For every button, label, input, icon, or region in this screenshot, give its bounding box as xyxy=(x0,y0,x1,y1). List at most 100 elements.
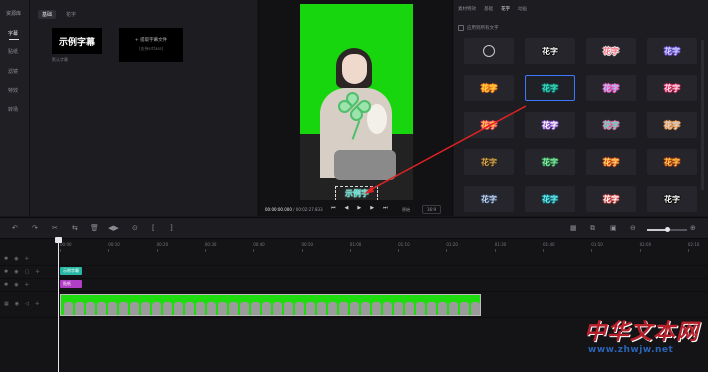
freeze-icon[interactable]: ⊙ xyxy=(132,224,138,232)
zoom-in-icon[interactable]: ⊕ xyxy=(690,224,696,232)
fancy-text-style-tile[interactable]: 花字 xyxy=(586,112,636,138)
playhead[interactable] xyxy=(58,239,59,372)
zoom-knob[interactable] xyxy=(665,227,670,232)
checkbox-box[interactable] xyxy=(458,25,464,31)
fancy-text-style-tile[interactable]: 花字 xyxy=(647,112,697,138)
lock-icon[interactable]: ✱ xyxy=(4,269,8,275)
visibility-icon[interactable]: ◉ xyxy=(15,301,19,307)
monitor-icon[interactable]: ▣ xyxy=(610,224,617,232)
ruler-tick-label: 01:30 xyxy=(494,242,507,247)
fancy-text-style-tile[interactable]: 花字 xyxy=(586,75,636,101)
tab-basic[interactable]: 基础 xyxy=(38,10,57,19)
tab-fancy-text[interactable]: 花字 xyxy=(62,10,80,19)
lock-icon[interactable]: ✱ xyxy=(4,282,8,288)
fancy-text-style-tile[interactable]: 花字 xyxy=(647,75,697,101)
fancy-text-sample: 花字 xyxy=(664,83,680,93)
prev-frame-button[interactable]: ⏮ xyxy=(331,205,336,211)
rail-item-filter[interactable]: 滤镜 xyxy=(8,68,18,75)
visibility-icon[interactable]: ◉ xyxy=(14,256,18,262)
preview-subtitle[interactable]: 示例字 xyxy=(337,187,377,200)
fancy-text-style-tile[interactable]: 花字 xyxy=(464,75,514,101)
rail-item-subtitle[interactable]: 字幕 xyxy=(8,30,18,37)
preview-video[interactable]: 示例字 xyxy=(300,4,413,200)
move-icon[interactable]: ✛ xyxy=(35,269,39,275)
fancy-text-style-tile[interactable]: 花字 xyxy=(525,149,575,175)
aspect-ratio-select[interactable]: 16:9 xyxy=(422,205,441,214)
delete-icon[interactable]: 🗑 xyxy=(90,224,99,232)
fancy-text-sample: 花字 xyxy=(481,157,497,167)
clip-thumbnail xyxy=(449,302,458,315)
properties-scrollbar[interactable] xyxy=(701,40,704,190)
apply-all-label: 应用到所有文字 xyxy=(467,26,499,31)
play-button[interactable]: ▶ xyxy=(357,205,361,211)
fancy-text-style-tile[interactable]: 花字 xyxy=(525,38,575,64)
fancy-text-style-tile[interactable]: 花字 xyxy=(586,38,636,64)
timecode: 00:00:00.000 / 00:02:27.833 xyxy=(265,207,323,212)
library-title: 资源库 xyxy=(6,11,22,17)
sticker-clip[interactable]: 贴纸 xyxy=(60,280,82,288)
redo-icon[interactable]: ↷ xyxy=(32,224,38,232)
fancy-text-sample: 花字 xyxy=(481,194,497,204)
fancy-text-style-tile[interactable]: 花字 xyxy=(464,112,514,138)
export-frame-icon[interactable]: ▦ xyxy=(570,224,577,232)
swap-icon[interactable]: ⇆ xyxy=(72,224,78,232)
fancy-text-sample: 花字 xyxy=(481,120,497,130)
apply-all-checkbox[interactable]: 应用到所有文字 xyxy=(458,25,499,31)
video-clip[interactable] xyxy=(60,294,481,316)
fancy-text-style-tile[interactable]: 花字 xyxy=(525,75,575,101)
fancy-text-style-tile[interactable]: 花字 xyxy=(647,149,697,175)
split-icon[interactable]: ✂ xyxy=(52,224,58,232)
fancy-text-style-tile[interactable]: 花字 xyxy=(586,186,636,212)
fancy-text-sample: 花字 xyxy=(603,83,619,93)
rail-item-transition[interactable]: 转场 xyxy=(8,106,18,113)
track-controls: ▦ ◉ ◁ ✛ xyxy=(4,301,39,307)
ruler-tick-mark xyxy=(204,249,206,252)
fancy-text-style-tile[interactable]: 花字 xyxy=(586,149,636,175)
fancy-text-style-tile[interactable]: 花字 xyxy=(525,186,575,212)
next-frame-button[interactable]: ⏭ xyxy=(383,205,388,211)
video-editor: 资源库 字幕 贴纸 滤镜 特效 转场 基础 花字 示例字幕 默认字幕 + 提取字… xyxy=(0,0,708,372)
move-icon[interactable]: ✛ xyxy=(25,282,29,288)
fancy-text-style-tile[interactable]: 花字 xyxy=(647,38,697,64)
step-back-button[interactable]: ◀ xyxy=(345,205,349,211)
time-ruler[interactable]: 00:00 00:10 00:20 00:30 00:40 00:50 01:00 01:10… xyxy=(58,239,708,252)
tab-prop-animation[interactable]: 动画 xyxy=(518,6,527,12)
clip-thumbnail xyxy=(229,302,238,315)
layer-icon[interactable]: ▢ xyxy=(25,269,30,275)
fancy-text-style-tile[interactable]: 花字 xyxy=(464,186,514,212)
playhead-handle[interactable] xyxy=(55,237,62,243)
step-forward-button[interactable]: ▶ xyxy=(370,205,374,211)
undo-icon[interactable]: ↶ xyxy=(12,224,18,232)
tab-prop-basic[interactable]: 基础 xyxy=(484,6,493,12)
trim-icon[interactable]: ◀▶ xyxy=(108,224,119,232)
move-icon[interactable]: ✛ xyxy=(25,256,29,262)
visibility-icon[interactable]: ◉ xyxy=(14,269,18,275)
snap-icon[interactable]: ⧉ xyxy=(590,224,595,233)
move-icon[interactable]: ✛ xyxy=(35,301,39,307)
fancy-text-style-tile[interactable]: 花字 xyxy=(464,149,514,175)
tab-prop-fancy[interactable]: 花字 xyxy=(501,6,510,12)
visibility-icon[interactable]: ◉ xyxy=(14,282,18,288)
clip-thumbnail xyxy=(97,302,106,315)
extract-subtitle-button[interactable]: + 提取字幕文件 (支持srt/ass) xyxy=(119,28,183,62)
audio-icon[interactable]: ◁ xyxy=(25,301,29,307)
track-controls: ✱ ◉ ✛ xyxy=(4,282,29,288)
mark-out-icon[interactable]: ] xyxy=(170,224,173,232)
track-subtitle: ✱ ◉ ▢ ✛ 示例字幕 xyxy=(0,266,708,279)
subtitle-clip[interactable]: 示例字幕 xyxy=(60,267,82,275)
fancy-text-style-tile[interactable]: 花字 xyxy=(525,112,575,138)
fancy-text-style-tile[interactable]: 花字 xyxy=(647,186,697,212)
rail-item-effect[interactable]: 特效 xyxy=(8,87,18,94)
fancy-text-sample: 花字 xyxy=(603,46,619,56)
original-size-button[interactable]: 原始 xyxy=(402,207,410,213)
rail-item-sticker[interactable]: 贴纸 xyxy=(8,48,18,55)
fancy-text-style-tile[interactable]: none-icon xyxy=(464,38,514,64)
tab-material-effect[interactable]: 素材特效 xyxy=(458,6,476,12)
lock-icon[interactable]: ✱ xyxy=(4,256,8,262)
zoom-out-icon[interactable]: ⊖ xyxy=(630,224,636,232)
zoom-slider[interactable] xyxy=(647,227,687,232)
sample-subtitle-card[interactable]: 示例字幕 xyxy=(52,28,102,54)
mark-in-icon[interactable]: [ xyxy=(152,224,155,232)
ruler-tick-mark xyxy=(156,249,158,252)
mute-icon[interactable]: ▦ xyxy=(4,301,9,307)
